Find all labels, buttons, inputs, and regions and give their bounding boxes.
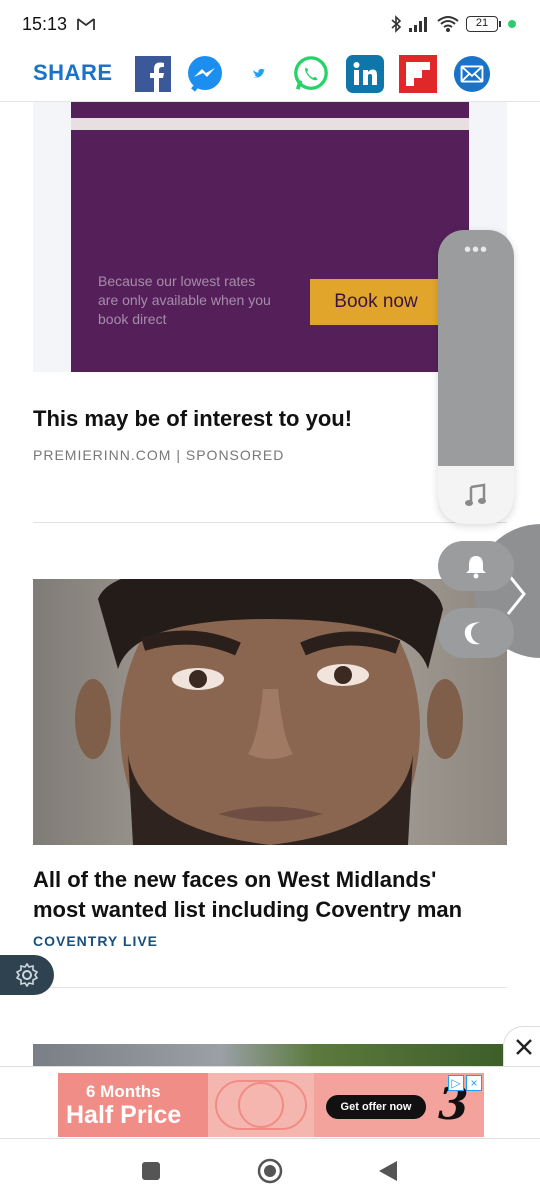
status-icons: 21 (390, 15, 516, 33)
notification-button[interactable] (438, 541, 514, 591)
bell-icon (466, 556, 486, 579)
article-photo[interactable] (33, 579, 507, 845)
moon-icon (464, 622, 480, 645)
bottom-ad-banner[interactable]: 6 Months Half Price Get offer now 3 ▷ × (58, 1073, 484, 1137)
twitter-icon[interactable] (240, 55, 278, 93)
messenger-icon[interactable] (186, 55, 224, 93)
back-button[interactable] (374, 1157, 402, 1185)
get-offer-button[interactable]: Get offer now (326, 1095, 426, 1119)
divider (33, 987, 507, 988)
active-dot (508, 20, 516, 28)
banner-line2: Half Price (66, 1101, 182, 1129)
flipboard-icon[interactable] (399, 55, 437, 93)
ad-body-text: Because our lowest rates are only availa… (98, 273, 271, 327)
sponsored-label: SPONSORED (185, 447, 285, 463)
navigation-bar (0, 1138, 540, 1200)
bottom-ad-area: 6 Months Half Price Get offer now 3 ▷ × (0, 1066, 540, 1138)
gmail-icon (77, 18, 95, 30)
three-logo-icon (215, 1080, 307, 1130)
ad-source-name: PREMIERINN.COM (33, 447, 172, 463)
status-time: 15:13 (22, 13, 68, 34)
whatsapp-icon[interactable] (292, 55, 330, 93)
share-bar: SHARE (0, 48, 540, 102)
mugshot-image (75, 579, 463, 845)
ad-image-top (71, 102, 469, 118)
gear-icon (15, 963, 39, 987)
music-button[interactable] (438, 466, 514, 524)
battery-level: 21 (475, 17, 489, 29)
status-bar: 15:13 21 (0, 0, 540, 48)
divider (33, 522, 507, 523)
email-icon[interactable] (453, 55, 491, 93)
more-dots-icon[interactable]: ••• (438, 240, 514, 260)
settings-button[interactable] (0, 955, 54, 995)
linkedin-icon[interactable] (346, 55, 384, 93)
dark-mode-button[interactable] (438, 608, 514, 658)
ad-source-separator: | (176, 447, 181, 463)
adchoices[interactable]: ▷ × (448, 1075, 482, 1091)
close-icon (515, 1038, 532, 1055)
music-note-icon (465, 483, 486, 506)
home-button[interactable] (256, 1157, 284, 1185)
ad-source: PREMIERINN.COM | SPONSORED (33, 447, 284, 463)
ad-panel (71, 130, 469, 372)
ad-close-icon[interactable]: × (466, 1075, 482, 1091)
adchoices-icon[interactable]: ▷ (448, 1075, 464, 1091)
banner-line1: 6 Months (86, 1082, 161, 1101)
wifi-icon (437, 16, 459, 32)
back-triangle-icon (379, 1161, 397, 1181)
home-circle-icon (257, 1158, 283, 1184)
book-now-button[interactable]: Book now (310, 279, 442, 325)
signal-icon (409, 17, 427, 32)
facebook-icon[interactable] (134, 55, 172, 93)
ad-image[interactable]: Because our lowest rates are only availa… (33, 102, 507, 372)
ad-headline[interactable]: This may be of interest to you! (33, 404, 493, 434)
recents-button[interactable] (137, 1157, 165, 1185)
next-article-photo[interactable] (33, 1044, 503, 1066)
article-headline[interactable]: All of the new faces on West Midlands' m… (33, 865, 493, 925)
banner-logo-panel (208, 1073, 314, 1137)
close-ad-button[interactable] (503, 1026, 540, 1066)
bluetooth-icon (391, 15, 402, 33)
share-label: SHARE (33, 60, 113, 85)
battery-indicator: 21 (466, 16, 501, 32)
square-icon (142, 1162, 160, 1180)
floating-side-panel[interactable]: ••• (438, 230, 514, 524)
article-source[interactable]: COVENTRY LIVE (33, 933, 158, 949)
